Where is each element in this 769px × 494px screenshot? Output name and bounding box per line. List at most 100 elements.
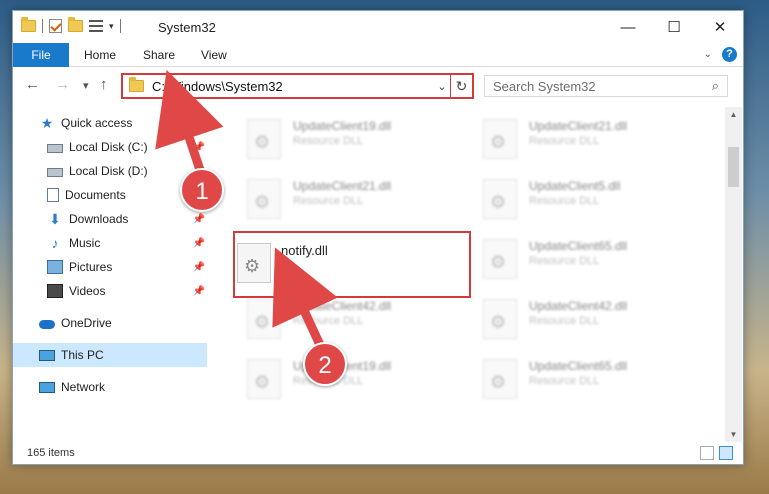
list-item[interactable]: UpdateClient42.dll Resource DLL	[237, 293, 457, 345]
list-item[interactable]: UpdateClient5.dll Resource DLL	[473, 173, 693, 225]
pin-icon[interactable]: 📌	[193, 262, 205, 273]
step-1-badge: 1	[180, 168, 224, 212]
help-icon[interactable]: ?	[722, 47, 737, 62]
sidebar-item-local-disk-c[interactable]: Local Disk (C:) 📌	[13, 135, 207, 159]
window-controls: — ☐ ✕	[605, 11, 743, 43]
sidebar-item-videos[interactable]: Videos 📌	[13, 279, 207, 303]
item-count: 165 items	[27, 447, 75, 459]
sidebar-item-network[interactable]: Network	[13, 375, 207, 399]
status-bar: 165 items	[13, 442, 743, 465]
tab-view[interactable]: View	[201, 43, 227, 67]
file-type: Resource DLL	[293, 135, 364, 147]
minimize-button[interactable]: —	[605, 11, 651, 43]
sidebar-item-local-disk-d[interactable]: Local Disk (D:)	[13, 159, 207, 183]
file-name: UpdateClient65.dll	[529, 239, 628, 253]
dll-file-icon	[247, 179, 281, 219]
search-icon: ⌕	[711, 78, 719, 93]
pin-icon[interactable]: 📌	[193, 142, 205, 153]
list-item[interactable]: UpdateClient19.dll Resource DLL	[237, 353, 457, 405]
new-folder-icon[interactable]	[68, 17, 83, 32]
customize-toolbar-chevron-icon[interactable]: ▾	[109, 21, 114, 32]
divider	[42, 19, 43, 33]
search-input[interactable]: Search System32	[493, 79, 712, 94]
address-history-chevron-icon[interactable]: ⌄	[434, 80, 450, 93]
sidebar-item-label: Network	[61, 380, 106, 394]
sidebar-item-label: Pictures	[69, 260, 113, 274]
network-icon	[39, 381, 55, 393]
pin-icon[interactable]: 📌	[193, 214, 205, 225]
expand-ribbon-chevron-icon[interactable]: ⌄	[704, 49, 712, 60]
list-item[interactable]: UpdateClient65.dll Resource DLL	[473, 233, 693, 285]
sidebar-item-music[interactable]: ♪ Music 📌	[13, 231, 207, 255]
documents-icon	[47, 188, 59, 202]
sidebar-item-this-pc[interactable]: This PC	[13, 343, 207, 367]
dll-file-icon	[483, 359, 517, 399]
onedrive-icon	[39, 320, 55, 329]
pin-icon[interactable]: 📌	[193, 238, 205, 249]
file-type: Resource DLL	[529, 315, 600, 327]
sidebar-item-downloads[interactable]: ⬇ Downloads 📌	[13, 207, 207, 231]
file-name: UpdateClient5.dll	[529, 179, 621, 193]
tiles-view-icon[interactable]	[719, 446, 733, 460]
sidebar-item-label: This PC	[61, 348, 104, 362]
sidebar-item-onedrive[interactable]: OneDrive	[13, 311, 207, 335]
list-item[interactable]: UpdateClient21.dll Resource DLL	[237, 173, 457, 225]
sidebar-item-label: Local Disk (C:)	[69, 140, 148, 154]
list-item[interactable]: UpdateClient21.dll Resource DLL	[473, 113, 693, 165]
sidebar-item-label: Downloads	[69, 212, 129, 226]
sidebar-item-pictures[interactable]: Pictures 📌	[13, 255, 207, 279]
scroll-up-icon[interactable]: ▲	[725, 110, 742, 119]
file-type: Resource DLL	[529, 195, 600, 207]
back-button[interactable]: ←	[25, 76, 40, 93]
search-box[interactable]: Search System32 ⌕	[484, 75, 728, 97]
sidebar-item-documents[interactable]: Documents	[13, 183, 207, 207]
file-name: UpdateClient42.dll	[293, 299, 392, 313]
highlighted-file-notify[interactable]: notify.dll	[233, 231, 471, 298]
file-name: UpdateClient21.dll	[529, 119, 628, 133]
sidebar-item-quick-access[interactable]: ★ Quick access	[13, 111, 207, 135]
list-item[interactable]: notify.dll	[235, 237, 455, 289]
tab-home[interactable]: Home	[84, 43, 116, 67]
list-item[interactable]: UpdateClient19.dll Resource DLL	[237, 113, 457, 165]
sidebar-item-label: Documents	[65, 188, 126, 202]
forward-button[interactable]: →	[55, 76, 70, 93]
list-item[interactable]: UpdateClient42.dll Resource DLL	[473, 293, 693, 345]
scroll-thumb[interactable]	[728, 147, 739, 187]
properties-icon[interactable]	[89, 20, 103, 32]
details-view-icon[interactable]	[700, 446, 714, 460]
address-path[interactable]: C:\Windows\System32	[152, 79, 434, 94]
tab-file[interactable]: File	[13, 43, 69, 67]
address-bar[interactable]: C:\Windows\System32 ⌄ ↻	[121, 73, 474, 99]
pin-icon[interactable]: 📌	[193, 286, 205, 297]
drive-icon	[47, 144, 63, 153]
dll-file-icon	[247, 359, 281, 399]
dll-file-icon	[247, 119, 281, 159]
videos-icon	[47, 284, 63, 298]
step-2-badge: 2	[303, 342, 347, 386]
up-button[interactable]: ↑	[100, 76, 108, 93]
properties-check-icon[interactable]	[49, 19, 62, 33]
sidebar-item-label: Music	[69, 236, 101, 250]
sidebar-item-label: Videos	[69, 284, 106, 298]
maximize-button[interactable]: ☐	[651, 11, 697, 43]
refresh-button[interactable]: ↻	[450, 75, 472, 97]
computer-icon	[39, 349, 55, 361]
file-name: UpdateClient19.dll	[293, 119, 392, 133]
pictures-icon	[47, 260, 63, 274]
view-toggle	[700, 446, 733, 460]
recent-locations-button[interactable]: ▾	[83, 79, 89, 92]
vertical-scrollbar[interactable]: ▲ ▼	[725, 107, 742, 442]
downloads-icon: ⬇	[49, 211, 61, 227]
folder-icon	[21, 17, 36, 32]
file-name: UpdateClient65.dll	[529, 359, 628, 373]
tab-share[interactable]: Share	[143, 43, 175, 67]
music-icon: ♪	[51, 235, 59, 251]
scroll-down-icon[interactable]: ▼	[725, 430, 742, 439]
dll-file-icon	[247, 299, 281, 339]
close-button[interactable]: ✕	[697, 11, 743, 43]
list-item[interactable]: UpdateClient65.dll Resource DLL	[473, 353, 693, 405]
file-name: UpdateClient42.dll	[529, 299, 628, 313]
sidebar-item-label: OneDrive	[61, 316, 112, 330]
file-type: Resource DLL	[529, 255, 600, 267]
ribbon-tabs: File Home Share View ⌄ ?	[13, 43, 743, 67]
